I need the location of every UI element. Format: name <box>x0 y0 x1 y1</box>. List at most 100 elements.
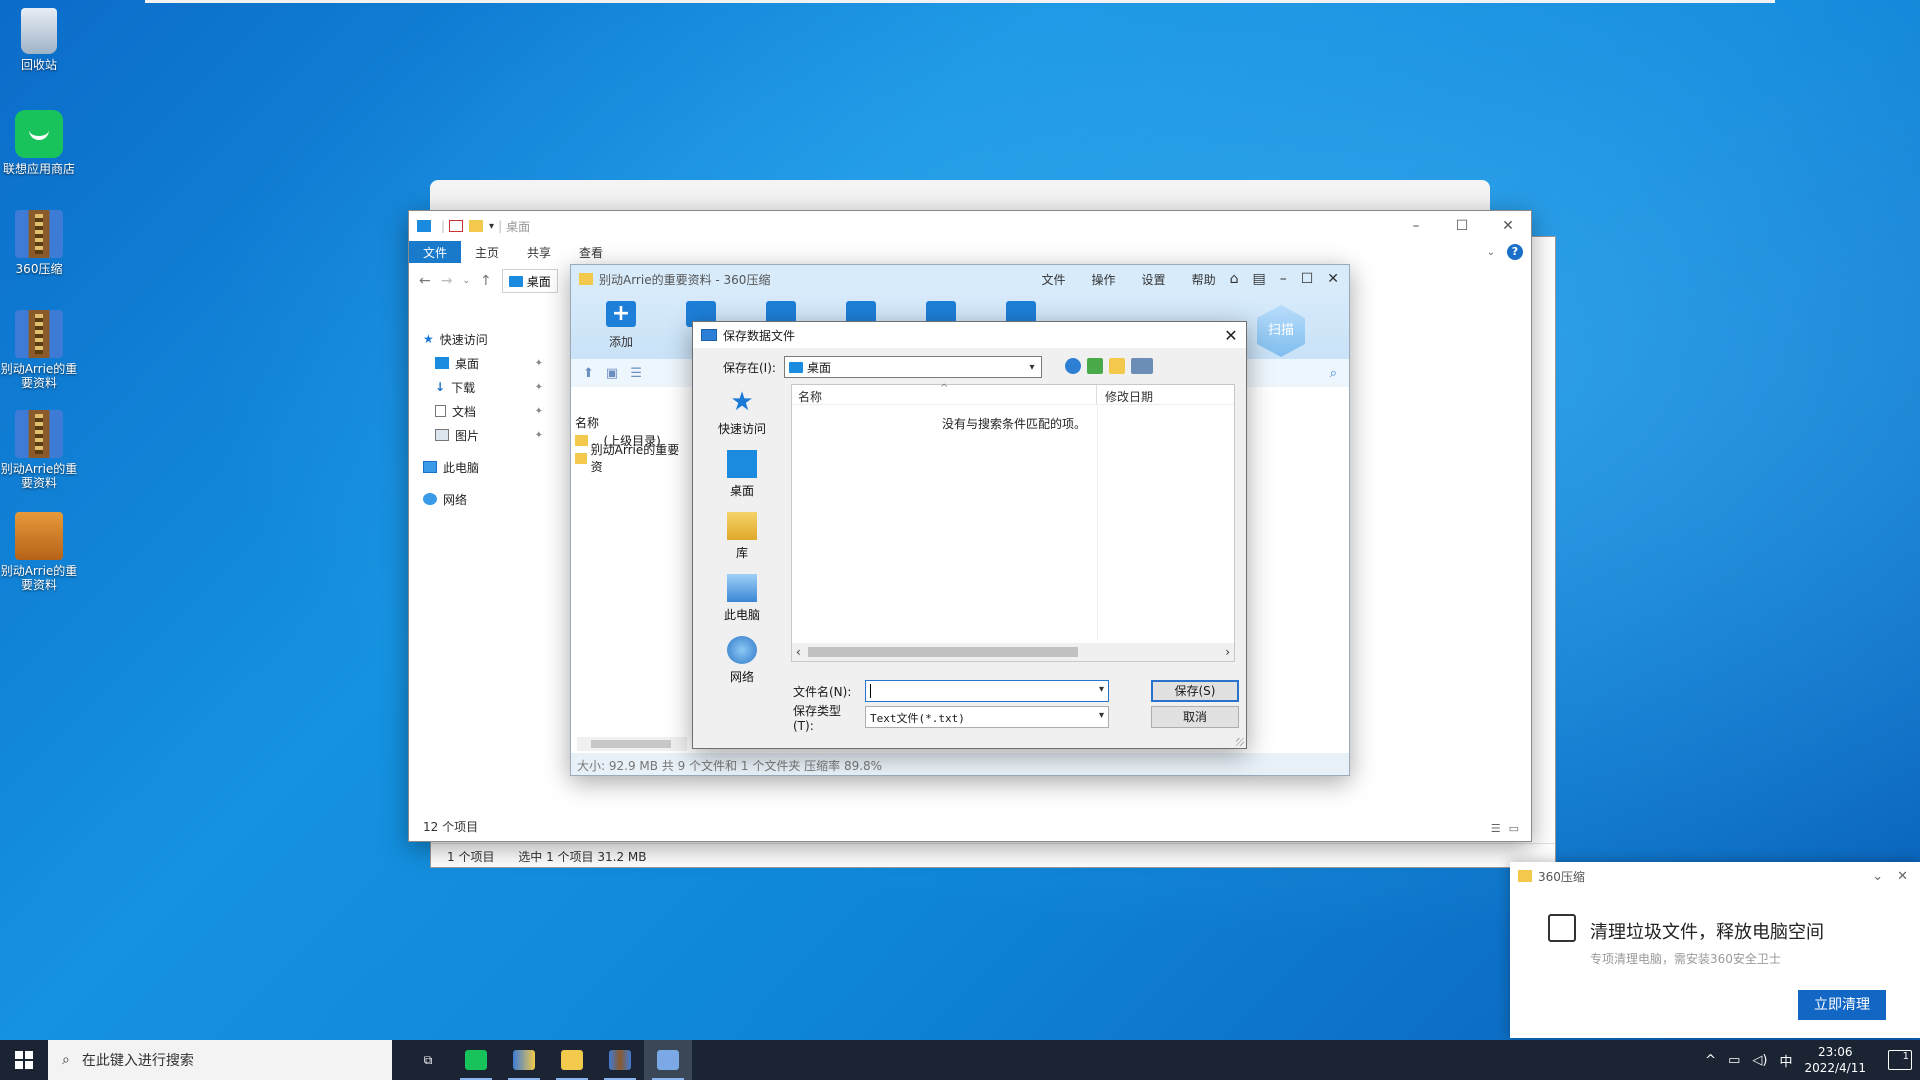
nav-downloads[interactable]: ↓ 下载 ✦ <box>423 375 543 399</box>
start-button[interactable] <box>0 1040 48 1080</box>
360zip-titlebar[interactable]: 别动Arrie的重要资料 - 360压缩 文件 操作 设置 帮助 ⌂ ▤ – ☐… <box>571 265 1349 293</box>
cancel-button[interactable]: 取消 <box>1151 706 1239 728</box>
place-network[interactable]: 网络 <box>701 632 783 694</box>
new-folder-icon[interactable] <box>469 220 484 232</box>
filename-input[interactable]: ▾ <box>865 680 1109 702</box>
desktop-icon-archive-1[interactable]: 别动Arrie的重要资料 <box>0 310 78 390</box>
scroll-left-icon[interactable]: ‹ <box>796 645 801 659</box>
360-notification[interactable]: 360压缩 ⌄ ✕ 清理垃圾文件，释放电脑空间 专项清理电脑，需安装360安全卫… <box>1510 862 1920 1038</box>
search-icon[interactable]: ⌕ <box>1330 366 1337 381</box>
properties-icon[interactable] <box>449 220 464 232</box>
scroll-right-icon[interactable]: › <box>1225 645 1230 659</box>
close-icon[interactable]: ✕ <box>1485 218 1531 234</box>
nav-pictures[interactable]: 图片 ✦ <box>423 423 543 447</box>
skin-icon[interactable]: ⌂ <box>1230 271 1239 287</box>
desktop-icon-360zip[interactable]: 360压缩 <box>0 210 78 276</box>
menu-settings[interactable]: 设置 <box>1142 271 1166 288</box>
thumbnails-view-icon[interactable]: ▭ <box>1509 822 1519 835</box>
customize-toolbar-icon[interactable]: ▾ <box>489 221 494 232</box>
task-view-button[interactable]: ⧉ <box>404 1040 452 1080</box>
clock[interactable]: 23:06 2022/4/11 <box>1804 1044 1866 1076</box>
up-one-level-icon[interactable] <box>1087 358 1103 374</box>
taskbar-lenovo-store[interactable] <box>452 1040 500 1080</box>
back-icon[interactable] <box>1065 358 1081 374</box>
column-name[interactable]: 名称 ^ <box>792 383 1097 404</box>
desktop-icon-archive-2[interactable]: 别动Arrie的重要资料 <box>0 410 78 490</box>
list-header-name[interactable]: 名称 <box>575 413 681 431</box>
taskbar-file-explorer[interactable] <box>548 1040 596 1080</box>
clean-now-button[interactable]: 立即清理 <box>1798 990 1886 1020</box>
collapse-icon[interactable]: ⌄ <box>1872 869 1883 884</box>
nav-network[interactable]: 网络 <box>423 487 543 511</box>
taskbar-active-app[interactable] <box>644 1040 692 1080</box>
tab-file[interactable]: 文件 <box>409 241 462 263</box>
save-in-dropdown[interactable]: 桌面 ▾ <box>783 356 1042 378</box>
maximize-icon[interactable]: ☐ <box>1439 218 1485 234</box>
save-data-file-dialog[interactable]: 保存数据文件 ✕ 保存在(I): 桌面 ▾ ★ 快速访问 桌面 库 此电脑 网络… <box>692 321 1247 749</box>
filetype-dropdown[interactable]: Text文件(*.txt) ▾ <box>865 706 1109 728</box>
explorer-titlebar[interactable]: | ▾ | 桌面 – ☐ ✕ <box>409 211 1531 241</box>
nav-desktop[interactable]: 桌面 ✦ <box>423 351 543 375</box>
taskbar-360zip[interactable] <box>596 1040 644 1080</box>
nav-documents[interactable]: 文档 ✦ <box>423 399 543 423</box>
forward-arrow-icon[interactable]: → <box>441 273 453 289</box>
close-icon[interactable]: ✕ <box>1327 271 1339 287</box>
search-placeholder: 在此键入进行搜索 <box>81 1053 194 1069</box>
action-center-icon[interactable]: 1 <box>1888 1050 1912 1070</box>
up-folder-icon[interactable]: ⬆ <box>583 366 594 381</box>
thumbnail-view-icon[interactable]: ▣ <box>606 366 618 381</box>
place-quick-access[interactable]: ★ 快速访问 <box>701 384 783 446</box>
menu-help[interactable]: 帮助 <box>1192 271 1216 288</box>
menu-operation[interactable]: 操作 <box>1092 271 1116 288</box>
horizontal-scrollbar[interactable]: ‹ › <box>792 643 1234 661</box>
download-icon: ↓ <box>435 380 446 394</box>
place-desktop[interactable]: 桌面 <box>701 446 783 508</box>
minimize-icon[interactable]: – <box>1393 218 1439 234</box>
desktop-icon-recycle-bin[interactable]: 回收站 <box>0 8 78 72</box>
list-view-icon[interactable]: ☰ <box>630 366 642 381</box>
place-this-pc[interactable]: 此电脑 <box>701 570 783 632</box>
details-view-icon[interactable]: ☰ <box>1491 822 1501 835</box>
resize-grip[interactable] <box>1236 738 1244 746</box>
save-button[interactable]: 保存(S) <box>1151 680 1239 702</box>
place-libraries[interactable]: 库 <box>701 508 783 570</box>
scrollbar-thumb[interactable] <box>808 647 1078 657</box>
address-bar[interactable]: 桌面 <box>501 269 558 293</box>
tab-home[interactable]: 主页 <box>461 241 513 263</box>
maximize-icon[interactable]: ☐ <box>1301 271 1314 287</box>
up-arrow-icon[interactable]: ↑ <box>480 273 492 289</box>
taskbar-app-2[interactable] <box>500 1040 548 1080</box>
desktop-icon-label: 别动Arrie的重要资料 <box>0 462 78 490</box>
add-button[interactable]: + 添加 <box>601 301 641 350</box>
network-icon[interactable]: ▭ <box>1728 1053 1740 1068</box>
column-modified[interactable]: 修改日期 <box>1097 385 1153 404</box>
tab-view[interactable]: 查看 <box>565 241 617 263</box>
desktop-icon-lenovo-store[interactable]: 联想应用商店 <box>0 110 78 176</box>
minimize-icon[interactable]: – <box>1280 271 1287 287</box>
filetype-value: Text文件(*.txt) <box>870 712 965 725</box>
view-menu-icon[interactable] <box>1131 358 1153 374</box>
close-icon[interactable]: ✕ <box>1216 326 1246 345</box>
list-item-folder[interactable]: 别动Arrie的重要资 <box>575 443 681 474</box>
expand-ribbon-icon[interactable]: ⌄ <box>1487 247 1495 258</box>
back-arrow-icon[interactable]: ← <box>419 273 431 289</box>
close-icon[interactable]: ✕ <box>1897 869 1908 884</box>
dialog-titlebar[interactable]: 保存数据文件 ✕ <box>693 322 1246 348</box>
file-list[interactable]: 名称 ^ 修改日期 没有与搜索条件匹配的项。 ‹ › <box>791 383 1235 662</box>
chevron-down-icon[interactable]: ▾ <box>1099 684 1104 695</box>
recent-locations-icon[interactable]: ⌄ <box>462 276 470 286</box>
create-folder-icon[interactable] <box>1109 358 1125 374</box>
desktop-icon-archive-3[interactable]: 别动Arrie的重要资料 <box>0 512 78 592</box>
volume-icon[interactable]: ◁) <box>1752 1053 1767 1068</box>
nav-this-pc[interactable]: 此电脑 <box>423 455 543 479</box>
360zip-horizontal-scrollbar[interactable] <box>577 737 687 751</box>
menu-file[interactable]: 文件 <box>1042 271 1066 288</box>
tab-share[interactable]: 共享 <box>513 241 565 263</box>
nav-quick-access[interactable]: ★ 快速访问 <box>423 327 543 351</box>
save-in-value: 桌面 <box>806 360 831 375</box>
chevron-up-icon[interactable]: ^ <box>1705 1053 1716 1068</box>
help-icon[interactable]: ? <box>1507 244 1523 260</box>
taskbar-search-box[interactable]: ⌕ 在此键入进行搜索 <box>48 1040 392 1080</box>
ime-indicator[interactable]: 中 <box>1779 1051 1792 1070</box>
feedback-icon[interactable]: ▤ <box>1252 271 1265 287</box>
